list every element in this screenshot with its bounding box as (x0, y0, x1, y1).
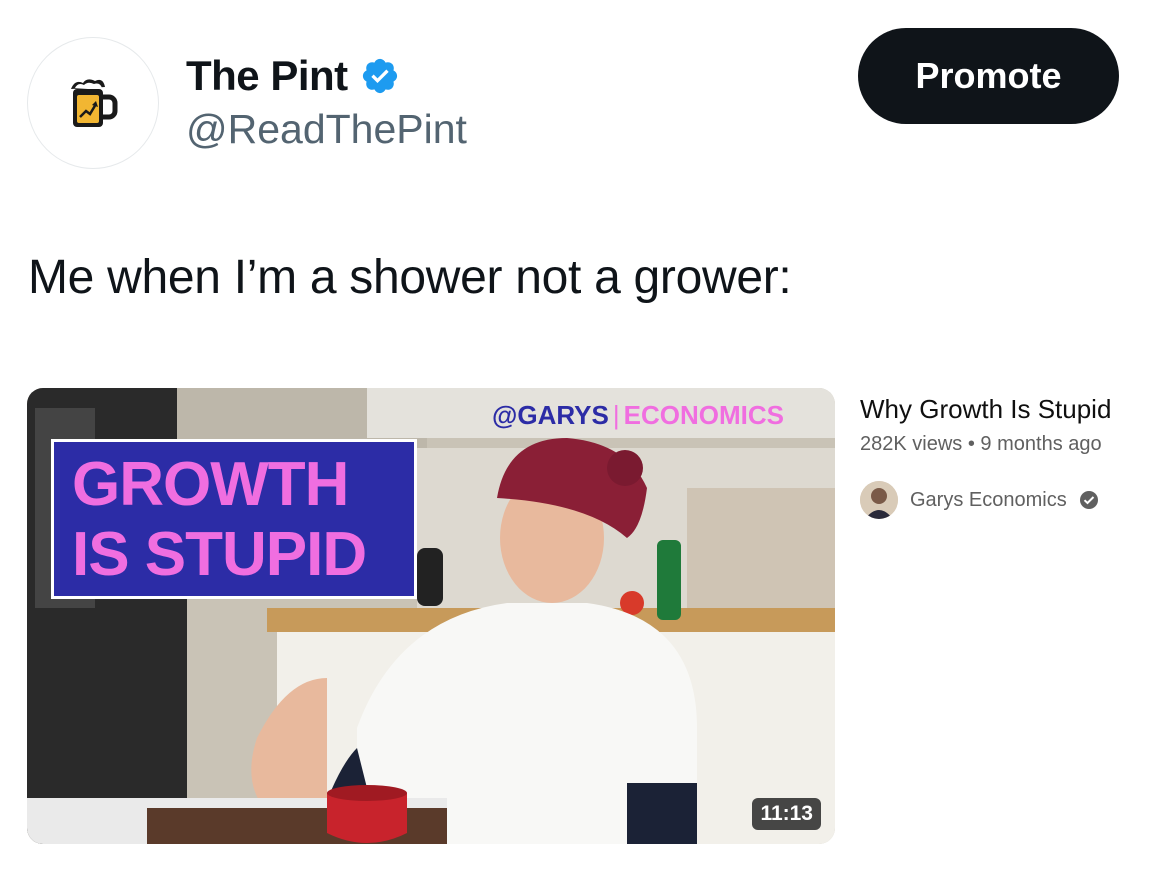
meta-separator: • (967, 433, 975, 455)
thumbnail-title-line-1: GROWTH (72, 450, 349, 519)
video-duration-badge: 11:13 (752, 798, 821, 830)
tweet-text: Me when I’m a shower not a grower: (28, 251, 792, 304)
thumbnail-title-line-2: IS STUPID (72, 520, 367, 589)
watermark-text-1: @GARYS (492, 400, 609, 430)
video-title[interactable]: Why Growth Is Stupid (860, 394, 1111, 425)
watermark-separator: | (612, 400, 620, 430)
person-avatar-icon (860, 481, 898, 519)
channel-name[interactable]: Garys Economics (910, 489, 1067, 512)
author-row: The Pint (186, 52, 400, 100)
thumbnail-title-box: GROWTH IS STUPID (51, 439, 417, 599)
video-thumbnail[interactable]: @GARYS | ECONOMICS GROWTH IS STUPID 11:13 (27, 388, 835, 844)
channel-avatar[interactable] (860, 481, 898, 519)
beer-mug-chart-icon (71, 79, 118, 127)
watermark-text-2: ECONOMICS (623, 400, 784, 430)
video-meta: 282K views • 9 months ago (860, 433, 1102, 456)
check-circle-icon (1079, 491, 1098, 509)
user-handle[interactable]: @ReadThePint (186, 106, 467, 153)
view-count: 282K views (860, 433, 963, 455)
promote-button[interactable]: Promote (858, 28, 1119, 124)
channel-row[interactable]: Garys Economics (860, 481, 1099, 519)
display-name[interactable]: The Pint (186, 52, 348, 100)
avatar[interactable] (27, 37, 159, 169)
channel-watermark: @GARYS | ECONOMICS (492, 400, 784, 431)
verified-badge-icon[interactable] (360, 56, 400, 96)
upload-age: 9 months ago (980, 433, 1102, 455)
